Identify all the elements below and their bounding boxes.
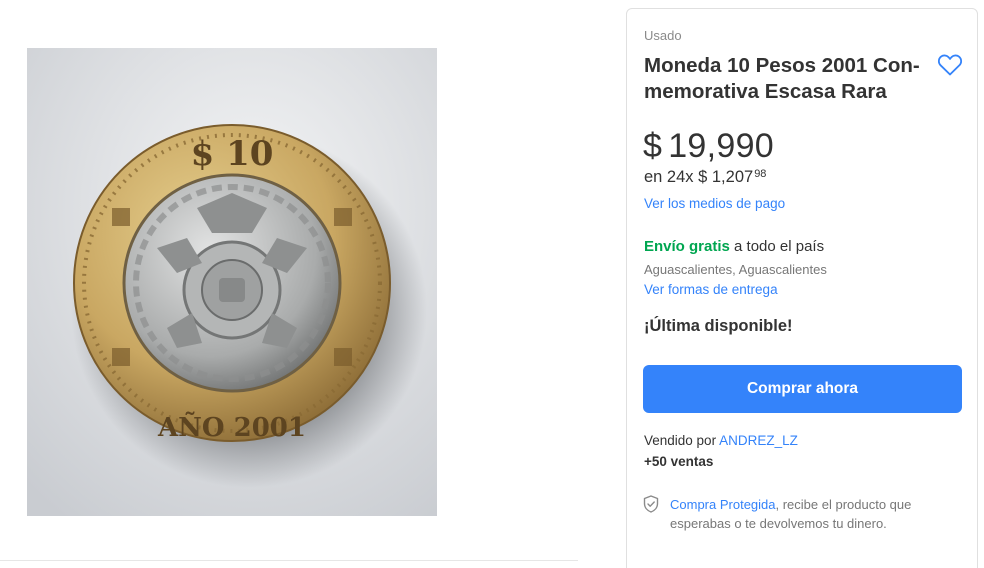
shipping-location: Aguascalientes, Aguascalientes xyxy=(644,262,827,277)
protected-purchase-link[interactable]: Compra Protegida xyxy=(670,497,776,512)
installments: en 24x $ 1,20798 xyxy=(644,168,766,187)
seller-sales: +50 ventas xyxy=(644,454,714,469)
shipping-info: Envío gratis a todo el país xyxy=(644,238,824,255)
shield-check-icon xyxy=(643,495,659,513)
buy-now-button[interactable]: Comprar ahora xyxy=(643,365,962,413)
purchase-card: Usado Moneda 10 Pesos 2001 Con-memorativ… xyxy=(626,8,978,568)
heart-outline-icon[interactable] xyxy=(937,53,963,77)
coin-top-text: $ 10 xyxy=(191,134,274,174)
coin-photo-illustration: $ 10 AÑO 2001 xyxy=(27,48,437,516)
product-title: Moneda 10 Pesos 2001 Con-memorativa Esca… xyxy=(644,54,920,103)
installments-amount: en 24x $ 1,207 xyxy=(644,168,754,186)
item-condition: Usado xyxy=(644,28,682,43)
seller-info: Vendido por ANDREZ_LZ xyxy=(644,433,798,448)
seller-prefix: Vendido por xyxy=(644,433,720,448)
payment-methods-link[interactable]: Ver los medios de pago xyxy=(644,196,785,211)
price: $19,990 xyxy=(643,127,774,166)
gallery-pane: $ 10 AÑO 2001 xyxy=(0,0,580,568)
installments-cents: 98 xyxy=(754,168,767,180)
coin-bottom-text: AÑO 2001 xyxy=(157,411,306,443)
product-image[interactable]: $ 10 AÑO 2001 xyxy=(27,48,437,516)
seller-link[interactable]: ANDREZ_LZ xyxy=(719,433,798,448)
delivery-options-link[interactable]: Ver formas de entrega xyxy=(644,282,778,297)
price-amount: 19,990 xyxy=(668,127,775,165)
currency-symbol: $ xyxy=(643,127,663,165)
shipping-scope: a todo el país xyxy=(729,238,825,255)
purchase-protection: Compra Protegida, recibe el producto que… xyxy=(670,496,960,533)
free-shipping-label: Envío gratis xyxy=(644,238,730,255)
stock-status: ¡Última disponible! xyxy=(644,317,793,335)
divider xyxy=(0,560,578,561)
